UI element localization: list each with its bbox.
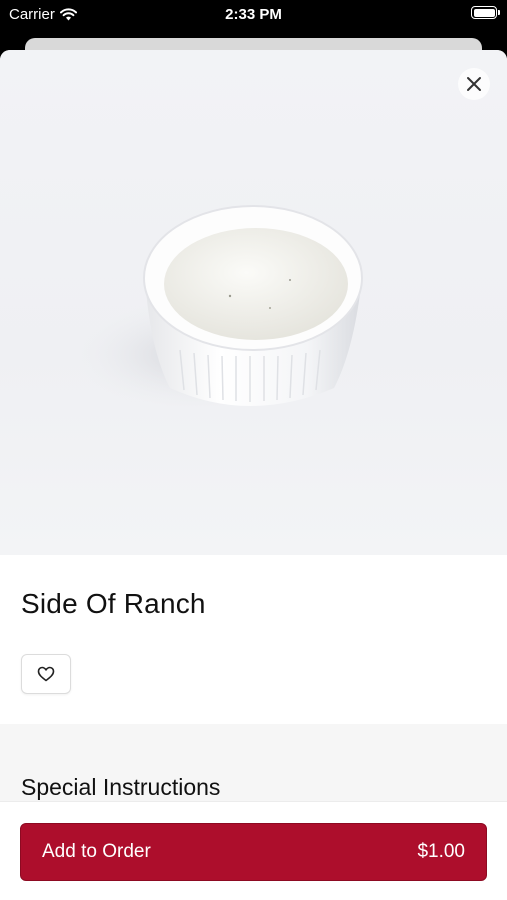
ranch-ramekin-image <box>75 205 363 410</box>
status-time: 2:33 PM <box>225 6 282 23</box>
heart-icon <box>37 666 55 682</box>
item-detail-sheet: Side Of Ranch Special Instructions Add t… <box>0 50 507 900</box>
item-price: $1.00 <box>417 841 465 862</box>
add-to-order-button[interactable]: Add to Order $1.00 <box>20 823 487 881</box>
status-bar: Carrier 2:33 PM <box>0 0 507 30</box>
add-to-order-label: Add to Order <box>42 841 151 862</box>
item-image <box>0 50 507 555</box>
close-icon <box>467 77 481 91</box>
order-footer: Add to Order $1.00 <box>0 801 507 900</box>
battery-icon <box>471 6 500 19</box>
close-button[interactable] <box>458 68 490 100</box>
special-instructions-title: Special Instructions <box>21 774 221 800</box>
favorite-button[interactable] <box>21 654 71 694</box>
item-title: Side Of Ranch <box>21 588 206 619</box>
